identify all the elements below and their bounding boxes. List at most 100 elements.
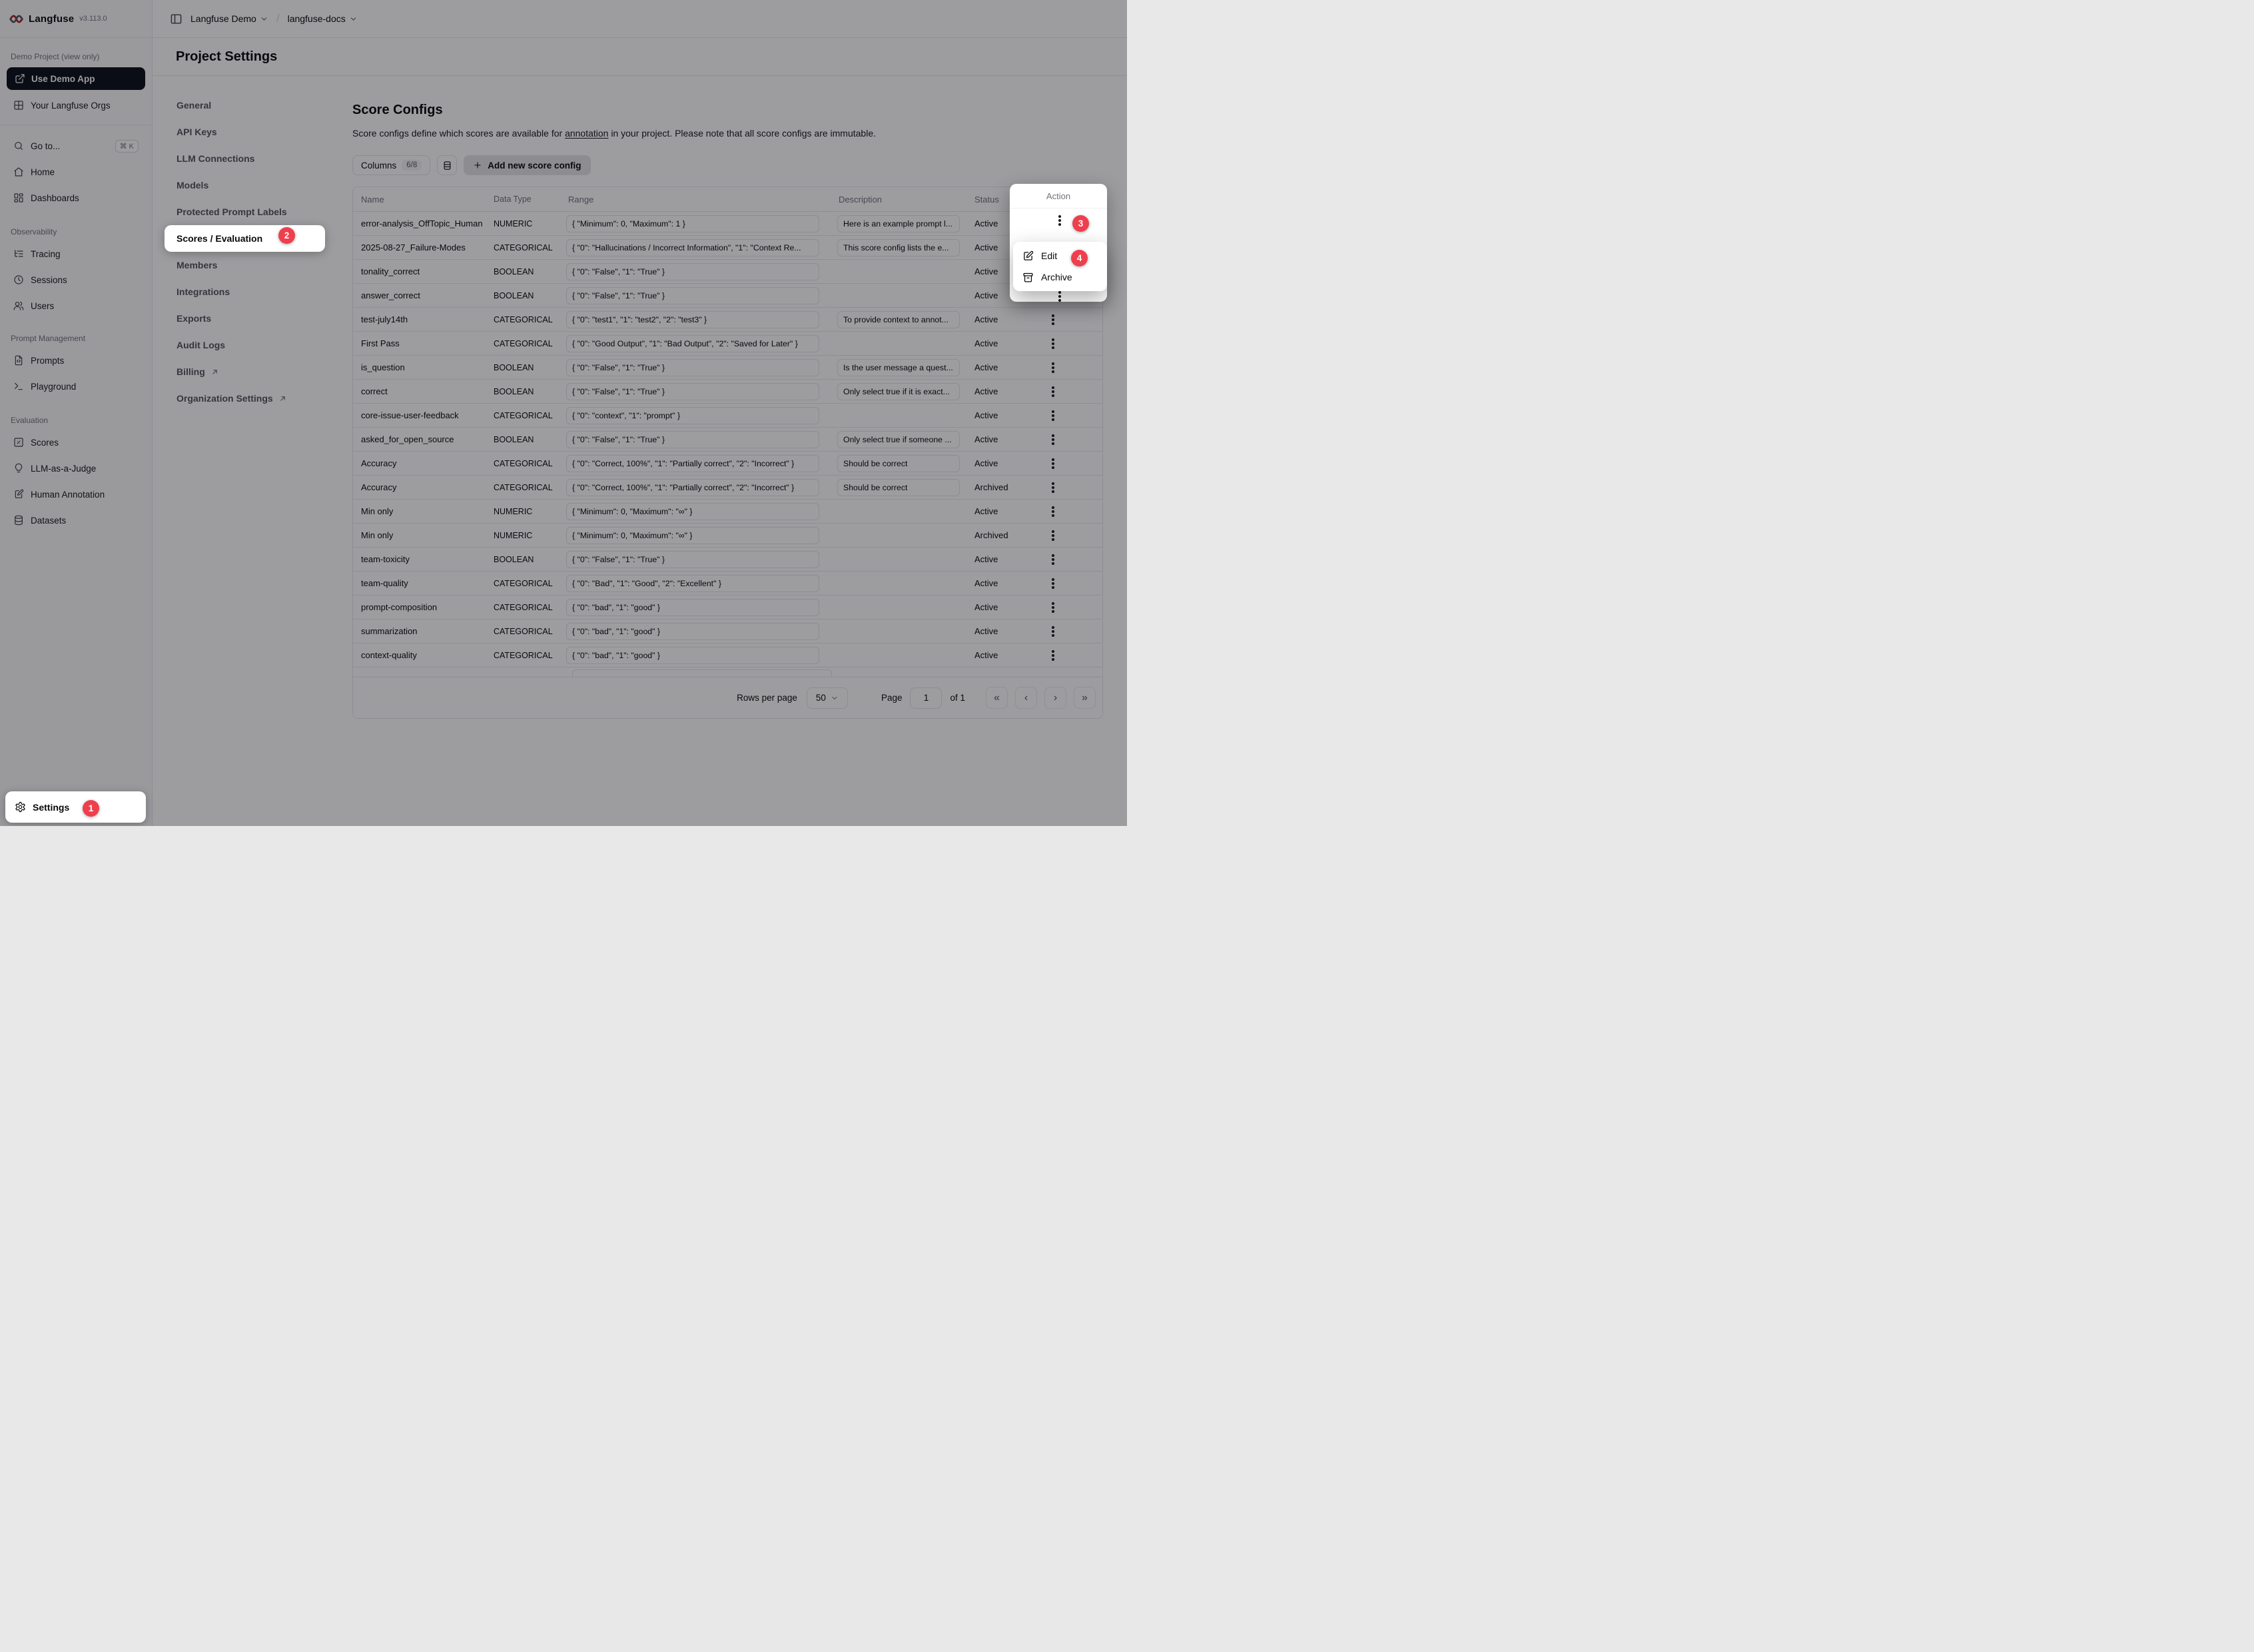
row-actions-kebab-button[interactable]	[1044, 382, 1062, 401]
columns-count-badge: 6/8	[402, 160, 422, 171]
row-height-button[interactable]	[437, 155, 457, 175]
step-badge-4: 4	[1071, 250, 1088, 266]
cell-data-type: NUMERIC	[486, 531, 560, 540]
section-observability: Observability	[0, 226, 152, 237]
sidebar-item-sessions[interactable]: Sessions	[7, 268, 145, 291]
row-actions-kebab-button[interactable]	[1044, 454, 1062, 473]
row-actions-kebab-button[interactable]	[1044, 334, 1062, 353]
description-text: Score configs define which scores are av…	[352, 128, 565, 139]
row-actions-kebab-button[interactable]	[1044, 574, 1062, 593]
cell-action	[1006, 502, 1100, 521]
section-prompt-management: Prompt Management	[0, 333, 152, 344]
tracing-icon	[13, 248, 24, 259]
settings-nav-llm-connections[interactable]: LLM Connections	[177, 145, 333, 172]
database-icon	[13, 515, 24, 526]
settings-nav: General API Keys LLM Connections Models …	[177, 92, 333, 412]
page-number-input[interactable]	[910, 687, 942, 709]
row1-actions-kebab-button[interactable]	[1050, 211, 1069, 230]
sidebar-item-home[interactable]: Home	[7, 161, 145, 183]
settings-nav-exports[interactable]: Exports	[177, 305, 333, 332]
sidebar-toggle-icon[interactable]	[170, 13, 183, 25]
use-demo-app-button[interactable]: Use Demo App	[7, 67, 145, 90]
row-actions-kebab-button[interactable]	[1044, 406, 1062, 425]
row-actions-kebab-button[interactable]	[1044, 598, 1062, 617]
first-page-button[interactable]: «	[986, 687, 1008, 709]
playground-label: Playground	[31, 382, 76, 392]
table-row: answer_correct BOOLEAN { "0": "False", "…	[353, 284, 1102, 308]
row-actions-kebab-button[interactable]	[1044, 550, 1062, 569]
settings-nav-billing[interactable]: Billing	[177, 358, 333, 385]
cell-description: Only select true if someone ...	[830, 431, 965, 448]
settings-nav-scores-evaluation[interactable]: Scores / Evaluation	[165, 225, 325, 252]
tracing-label: Tracing	[31, 249, 61, 259]
sidebar-item-prompts[interactable]: Prompts	[7, 349, 145, 372]
sidebar-item-scores[interactable]: Scores	[7, 431, 145, 454]
sidebar-header: Langfuse v3.113.0	[0, 0, 152, 38]
menu-item-archive[interactable]: Archive	[1016, 266, 1104, 288]
chevron-down-icon	[349, 15, 358, 23]
settings-label: Settings	[33, 802, 69, 813]
edit-label: Edit	[1041, 250, 1057, 261]
breadcrumb-org[interactable]: Langfuse Demo	[190, 13, 268, 24]
cell-name: is_question	[353, 362, 486, 372]
sidebar-item-goto[interactable]: Go to... ⌘ K	[7, 135, 145, 157]
range-value-box: { "0": "Bad", "1": "Good", "2": "Excelle…	[566, 575, 819, 592]
range-value-box: { "0": "False", "1": "True" }	[566, 551, 819, 568]
sidebar-item-settings[interactable]: Settings	[5, 791, 146, 823]
range-value-box: { "0": "False", "1": "True" }	[566, 287, 819, 304]
column-header-description: Description	[830, 195, 965, 205]
rows-per-page-select[interactable]: 50	[807, 687, 848, 709]
sidebar-item-llm-judge[interactable]: LLM-as-a-Judge	[7, 457, 145, 480]
sidebar-item-human-annotation[interactable]: Human Annotation	[7, 483, 145, 506]
row-actions-kebab-button[interactable]	[1044, 310, 1062, 329]
section-evaluation: Evaluation	[0, 415, 152, 426]
breadcrumb-project[interactable]: langfuse-docs	[288, 13, 358, 24]
annotation-link[interactable]: annotation	[565, 128, 608, 139]
settings-nav-api-keys[interactable]: API Keys	[177, 119, 333, 145]
table-row: tonality_correct BOOLEAN { "0": "False",…	[353, 260, 1102, 284]
previous-page-button[interactable]: ‹	[1015, 687, 1037, 709]
row-actions-kebab-button[interactable]	[1044, 358, 1062, 377]
human-annotation-label: Human Annotation	[31, 490, 105, 500]
cell-action	[1006, 430, 1100, 449]
description-value-box: Only select true if someone ...	[837, 431, 960, 448]
org-name: Langfuse Demo	[190, 13, 256, 24]
sidebar-item-users[interactable]: Users	[7, 294, 145, 317]
settings-nav-audit-logs[interactable]: Audit Logs	[177, 332, 333, 358]
sidebar-item-tracing[interactable]: Tracing	[7, 242, 145, 265]
cell-range: { "0": "False", "1": "True" }	[560, 359, 830, 376]
row-actions-kebab-button[interactable]	[1044, 622, 1062, 641]
score-configs-description: Score configs define which scores are av…	[352, 128, 1103, 139]
add-score-config-button[interactable]: Add new score config	[464, 155, 590, 175]
cell-range: { "0": "Bad", "1": "Good", "2": "Excelle…	[560, 575, 830, 592]
settings-nav-models[interactable]: Models	[177, 172, 333, 199]
menu-item-edit[interactable]: Edit	[1016, 245, 1104, 266]
row-actions-kebab-button[interactable]	[1044, 526, 1062, 545]
range-value-box: { "0": "context", "1": "prompt" }	[566, 407, 819, 424]
columns-button[interactable]: Columns 6/8	[352, 155, 430, 175]
settings-nav-members[interactable]: Members	[177, 252, 333, 278]
table-row: error-analysis_OffTopic_Human NUMERIC { …	[353, 212, 1102, 236]
sidebar-item-your-orgs[interactable]: Your Langfuse Orgs	[7, 94, 145, 117]
row-actions-kebab-button[interactable]	[1044, 478, 1062, 497]
next-page-button[interactable]: ›	[1044, 687, 1066, 709]
chevron-down-icon	[831, 694, 839, 702]
users-icon	[13, 300, 24, 311]
settings-nav-general[interactable]: General	[177, 92, 333, 119]
description-value-box: This score config lists the e...	[837, 239, 960, 256]
last-page-button[interactable]: »	[1074, 687, 1096, 709]
row-actions-kebab-button[interactable]	[1044, 430, 1062, 449]
sidebar-item-dashboards[interactable]: Dashboards	[7, 187, 145, 209]
sidebar-item-datasets[interactable]: Datasets	[7, 509, 145, 532]
table-row: summarization CATEGORICAL { "0": "bad", …	[353, 620, 1102, 643]
settings-nav-integrations[interactable]: Integrations	[177, 278, 333, 305]
row-actions-kebab-button[interactable]	[1044, 502, 1062, 521]
row-actions-kebab-button[interactable]	[1044, 646, 1062, 665]
sidebar-item-playground[interactable]: Playground	[7, 375, 145, 398]
cell-range: { "0": "False", "1": "True" }	[560, 431, 830, 448]
cell-data-type: CATEGORICAL	[486, 411, 560, 420]
cell-action	[1006, 526, 1100, 545]
settings-nav-protected-prompt-labels[interactable]: Protected Prompt Labels	[177, 199, 333, 225]
settings-nav-organization-settings[interactable]: Organization Settings	[177, 385, 333, 412]
page-count-label: of 1	[950, 693, 965, 703]
